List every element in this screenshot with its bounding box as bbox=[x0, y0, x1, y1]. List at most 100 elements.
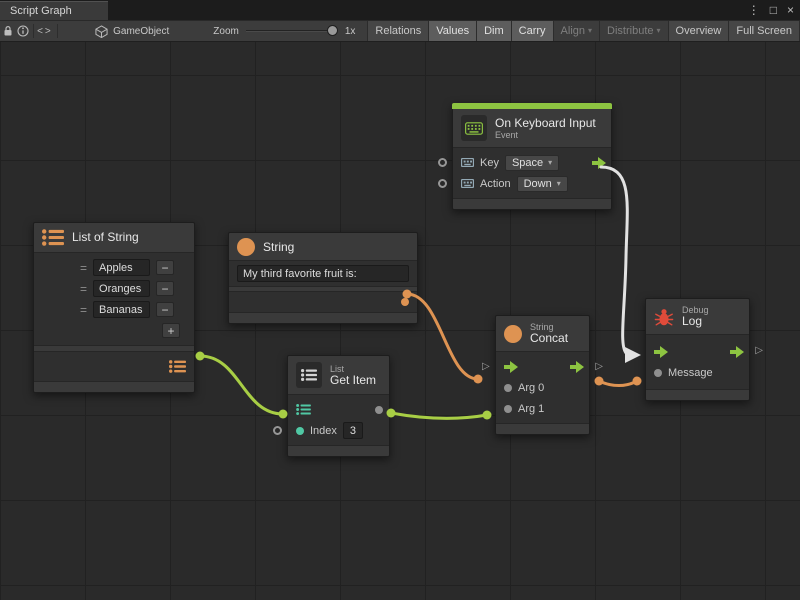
arg0-input-port[interactable] bbox=[504, 384, 512, 392]
string-value-field[interactable]: My third favorite fruit is: bbox=[237, 265, 409, 282]
wire-arrowhead-icon bbox=[625, 347, 641, 363]
carry-button[interactable]: Carry bbox=[511, 21, 553, 41]
zoom-slider-knob[interactable] bbox=[327, 25, 338, 36]
menu-icon[interactable]: ⋮ bbox=[748, 3, 760, 17]
node-title: Get Item bbox=[330, 374, 376, 387]
node-header: String Concat bbox=[496, 316, 589, 351]
index-field[interactable]: 3 bbox=[343, 422, 363, 439]
toolbar-buttons: Relations Values Dim Carry Align▾ Distri… bbox=[367, 21, 800, 41]
node-get-item[interactable]: List Get Item Index 3 bbox=[287, 355, 390, 457]
lock-icon[interactable] bbox=[0, 21, 15, 41]
node-subtitle: Event bbox=[495, 130, 596, 140]
wire-concat-to-log[interactable] bbox=[599, 381, 637, 386]
button-label: Full Screen bbox=[736, 25, 792, 37]
drag-handle-icon[interactable]: = bbox=[80, 303, 87, 317]
node-title: On Keyboard Input bbox=[495, 117, 596, 130]
fullscreen-button[interactable]: Full Screen bbox=[728, 21, 800, 41]
close-icon[interactable]: × bbox=[787, 3, 794, 17]
flow-out-triangle-icon[interactable]: ▷ bbox=[595, 362, 603, 372]
node-ports: Index 3 bbox=[288, 394, 389, 446]
chevron-down-icon: ▾ bbox=[657, 27, 661, 35]
flow-row: ▷ ▷ bbox=[496, 356, 589, 377]
action-dropdown[interactable]: Down ▾ bbox=[517, 176, 568, 192]
node-on-keyboard-input[interactable]: On Keyboard Input Event Key Space ▾ bbox=[452, 103, 612, 210]
button-label: Carry bbox=[519, 25, 546, 37]
message-port-row: Message bbox=[646, 362, 749, 383]
key-dropdown[interactable]: Space ▾ bbox=[505, 155, 559, 171]
index-label: Index bbox=[310, 425, 337, 437]
node-list-of-string[interactable]: List of String = Apples − = Oranges − = … bbox=[33, 222, 195, 393]
keyboard-mini-icon bbox=[461, 158, 474, 167]
key-input-port[interactable] bbox=[438, 158, 447, 167]
action-label: Action bbox=[480, 178, 511, 190]
list-item-field[interactable]: Oranges bbox=[93, 280, 150, 297]
wire-getitem-to-concat[interactable] bbox=[391, 413, 487, 418]
node-debug-log[interactable]: Debug Log ▷ Message bbox=[645, 298, 750, 401]
drag-handle-icon[interactable]: = bbox=[80, 261, 87, 275]
toolbar-separator bbox=[57, 24, 58, 38]
item-output-port[interactable] bbox=[375, 406, 383, 414]
list-input-row bbox=[288, 399, 389, 420]
flow-in-triangle-icon[interactable]: ▷ bbox=[482, 362, 490, 372]
index-input-port[interactable] bbox=[273, 426, 282, 435]
flow-in-arrow-icon[interactable] bbox=[504, 361, 518, 373]
node-footer bbox=[453, 199, 611, 209]
arg1-input-port[interactable] bbox=[504, 405, 512, 413]
list-icon bbox=[296, 362, 322, 388]
flow-out-arrow-icon[interactable] bbox=[730, 346, 744, 358]
flow-out-arrow-icon[interactable] bbox=[570, 361, 584, 373]
code-view-icon[interactable]: <> bbox=[35, 21, 54, 41]
overview-button[interactable]: Overview bbox=[668, 21, 729, 41]
string-output-strip bbox=[229, 291, 417, 313]
list-output-port-icon[interactable] bbox=[169, 360, 186, 373]
zoom-slider-track[interactable] bbox=[246, 30, 338, 32]
list-item: = Apples − bbox=[34, 257, 194, 278]
chevron-down-icon: ▾ bbox=[557, 180, 561, 188]
maximize-icon[interactable]: □ bbox=[770, 3, 777, 17]
node-title: String bbox=[263, 241, 294, 254]
info-icon[interactable] bbox=[15, 21, 30, 41]
window-controls: ⋮ □ × bbox=[748, 2, 794, 18]
remove-item-button[interactable]: − bbox=[156, 281, 174, 296]
arg1-label: Arg 1 bbox=[518, 403, 544, 415]
drag-handle-icon[interactable]: = bbox=[80, 282, 87, 296]
list-item-field[interactable]: Bananas bbox=[93, 301, 150, 318]
gameobject-label: GameObject bbox=[113, 26, 169, 37]
string-icon bbox=[504, 325, 522, 343]
keyboard-icon bbox=[461, 115, 487, 141]
graph-toolbar: <> GameObject Zoom 1x Relations Values D… bbox=[0, 20, 800, 42]
action-input-port[interactable] bbox=[438, 179, 447, 188]
node-concat[interactable]: String Concat ▷ ▷ Arg 0 Arg 1 bbox=[495, 315, 590, 435]
remove-item-button[interactable]: − bbox=[156, 260, 174, 275]
node-category: List bbox=[330, 364, 376, 374]
arg1-port-row: Arg 1 bbox=[496, 398, 589, 419]
gameobject-selector[interactable]: GameObject bbox=[85, 21, 179, 41]
wire-list-to-getitem[interactable] bbox=[200, 356, 283, 414]
message-input-port[interactable] bbox=[654, 369, 662, 377]
relations-button[interactable]: Relations bbox=[367, 21, 428, 41]
flow-out-triangle-icon[interactable]: ▷ bbox=[755, 346, 763, 356]
message-label: Message bbox=[668, 367, 713, 379]
string-output-port[interactable] bbox=[401, 298, 409, 306]
dim-button[interactable]: Dim bbox=[476, 21, 511, 41]
node-string-literal[interactable]: String My third favorite fruit is: bbox=[228, 232, 418, 324]
node-header: Debug Log bbox=[646, 299, 749, 334]
distribute-button[interactable]: Distribute▾ bbox=[599, 21, 667, 41]
node-ports: My third favorite fruit is: bbox=[229, 260, 417, 287]
unity-cube-icon bbox=[95, 25, 108, 38]
zoom-label: Zoom bbox=[213, 26, 239, 37]
graph-canvas[interactable]: On Keyboard Input Event Key Space ▾ bbox=[0, 42, 800, 600]
list-input-port-icon[interactable] bbox=[296, 404, 311, 415]
add-item-button[interactable]: + bbox=[162, 323, 180, 338]
node-footer bbox=[34, 382, 194, 392]
align-button[interactable]: Align▾ bbox=[553, 21, 599, 41]
flow-row: ▷ bbox=[646, 341, 749, 362]
list-item-field[interactable]: Apples bbox=[93, 259, 150, 276]
flow-in-arrow-icon[interactable] bbox=[654, 346, 668, 358]
zoom-slider[interactable] bbox=[246, 21, 338, 41]
remove-item-button[interactable]: − bbox=[156, 302, 174, 317]
action-value: Down bbox=[524, 178, 552, 190]
tab-script-graph[interactable]: Script Graph bbox=[0, 1, 108, 20]
index-port-row: Index 3 bbox=[288, 420, 389, 441]
values-button[interactable]: Values bbox=[428, 21, 476, 41]
